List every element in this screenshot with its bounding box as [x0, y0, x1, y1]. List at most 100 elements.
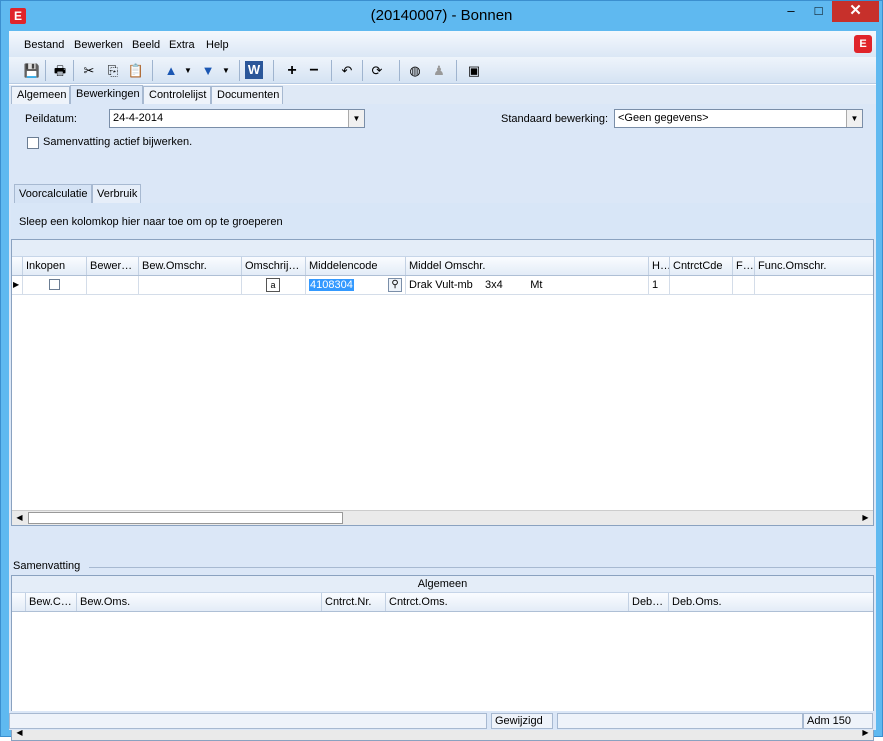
group-by-area[interactable]: Sleep een kolomkop hier naar toe om op t…: [11, 203, 876, 239]
column-header[interactable]: Middelencode: [305, 257, 405, 275]
toolbar-separator: [331, 60, 332, 81]
chevron-down-icon[interactable]: ▼: [846, 110, 862, 127]
standaard-bewerking-dropdown[interactable]: <Geen gegevens> ▼: [614, 109, 863, 128]
window-title: (20140007) - Bonnen: [370, 7, 513, 24]
samenvatting-checkbox-label: Samenvatting actief bijwerken.: [43, 136, 193, 148]
move-up-dropdown-icon[interactable]: ▼: [177, 60, 199, 81]
globe-person-icon[interactable]: ◍: [404, 60, 426, 81]
row-indicator-icon: ▶: [13, 280, 20, 289]
cell-middel-omschr[interactable]: Drak Vult-mb 3x4 Mt: [405, 276, 648, 295]
table-row[interactable]: ▶ a 4108304 ⚲ Drak Vult-mb 3x4 Mt 1: [12, 276, 873, 295]
cut-icon[interactable]: ✂: [78, 60, 100, 81]
tab-controlelijst[interactable]: Controlelijst: [143, 86, 211, 104]
search-icon[interactable]: ⚲: [388, 278, 402, 292]
title-bar[interactable]: E (20140007) - Bonnen – □ ✕: [1, 1, 882, 31]
menu-bar: Bestand Bewerken Beeld Extra Help E: [9, 31, 876, 57]
tab-algemeen[interactable]: Algemeen: [11, 86, 70, 104]
undo-icon[interactable]: ↶: [336, 60, 358, 81]
cell-bewer[interactable]: [86, 276, 138, 295]
menu-bestand[interactable]: Bestand: [24, 39, 64, 51]
column-header[interactable]: Omschrij…: [241, 257, 305, 275]
minimize-button[interactable]: –: [777, 1, 805, 22]
column-header[interactable]: CntrctCde: [669, 257, 732, 275]
grid-column-header: Bew.C… Bew.Oms. Cntrct.Nr. Cntrct.Oms. D…: [12, 593, 873, 612]
note-icon[interactable]: a: [266, 278, 280, 292]
cell-f[interactable]: [732, 276, 754, 295]
grid-band-header: [12, 240, 873, 257]
tab-voorcalculatie[interactable]: Voorcalculatie: [14, 184, 92, 203]
refresh-icon[interactable]: ⟳: [366, 60, 388, 81]
column-header[interactable]: Bew.Omschr.: [138, 257, 241, 275]
column-header[interactable]: F…: [732, 257, 754, 275]
cell-bew-omschr[interactable]: [138, 276, 241, 295]
toolbar-separator: [152, 60, 153, 81]
group-by-hint: Sleep een kolomkop hier naar toe om op t…: [19, 216, 283, 228]
standaard-bewerking-label: Standaard bewerking:: [501, 113, 609, 125]
horizontal-scrollbar[interactable]: ◀ ▶: [12, 510, 873, 525]
menu-extra[interactable]: Extra: [169, 39, 195, 51]
scroll-left-icon[interactable]: ◀: [12, 511, 27, 525]
toolbar-separator: [239, 60, 240, 81]
menu-bewerken[interactable]: Bewerken: [74, 39, 123, 51]
maximize-button[interactable]: □: [805, 1, 832, 22]
bewerkingen-panel: Peildatum: 24-4-2014 ▼ Standaard bewerki…: [9, 104, 876, 741]
peildatum-dropdown[interactable]: 24-4-2014 ▼: [109, 109, 365, 128]
close-button[interactable]: ✕: [832, 1, 879, 22]
voorcalculatie-grid: Inkopen Bewer… Bew.Omschr. Omschrij… Mid…: [11, 239, 874, 526]
column-header[interactable]: Deb…: [628, 593, 668, 611]
section-divider: [89, 567, 876, 568]
toolbar-separator: [45, 60, 46, 81]
status-cell-empty: [557, 713, 803, 729]
samenvatting-checkbox[interactable]: [27, 137, 39, 149]
paste-icon[interactable]: 📋: [125, 60, 147, 81]
toolbar-separator: [73, 60, 74, 81]
chevron-down-icon[interactable]: ▼: [348, 110, 364, 127]
toolbar-separator: [273, 60, 274, 81]
tab-verbruik[interactable]: Verbruik: [92, 184, 141, 203]
column-header[interactable]: Cntrct.Oms.: [385, 593, 628, 611]
cell-inkopen[interactable]: [22, 276, 86, 295]
cell-cntrctcde[interactable]: [669, 276, 732, 295]
column-header[interactable]: Middel Omschr.: [405, 257, 648, 275]
column-header[interactable]: Bewer…: [86, 257, 138, 275]
status-admin: Adm 150: [803, 713, 873, 729]
scroll-right-icon[interactable]: ▶: [858, 511, 873, 525]
status-cell-main: [9, 713, 487, 729]
peildatum-value: 24-4-2014: [113, 112, 164, 124]
toolbar-separator: [456, 60, 457, 81]
save-icon[interactable]: 💾: [21, 60, 43, 81]
band-algemeen: Algemeen: [417, 578, 468, 590]
cell-h[interactable]: 1: [648, 276, 669, 295]
tab-documenten[interactable]: Documenten: [211, 86, 283, 104]
peildatum-label: Peildatum:: [25, 113, 77, 125]
column-header[interactable]: Cntrct.Nr.: [321, 593, 385, 611]
column-header[interactable]: Bew.C…: [25, 593, 76, 611]
cell-omschrij[interactable]: a: [241, 276, 305, 295]
add-icon[interactable]: +: [281, 60, 303, 81]
menu-beeld[interactable]: Beeld: [132, 39, 160, 51]
scrollbar-thumb[interactable]: [28, 512, 343, 524]
cell-middelencode[interactable]: 4108304 ⚲: [305, 276, 405, 295]
toolbar-separator: [362, 60, 363, 81]
column-header[interactable]: Deb.Oms.: [668, 593, 873, 611]
print-icon[interactable]: 🖶: [49, 60, 71, 81]
status-bar: Gewijzigd Adm 150: [9, 711, 876, 730]
toolbar-separator: [399, 60, 400, 81]
window-icon[interactable]: ▣: [463, 60, 485, 81]
word-icon[interactable]: W: [245, 61, 263, 79]
column-header[interactable]: Func.Omschr.: [754, 257, 873, 275]
inkopen-checkbox[interactable]: [49, 279, 60, 290]
move-down-dropdown-icon[interactable]: ▼: [215, 60, 237, 81]
column-header[interactable]: Inkopen: [22, 257, 86, 275]
column-header[interactable]: H…: [648, 257, 669, 275]
main-tab-strip: Algemeen Bewerkingen Controlelijst Docum…: [9, 85, 876, 105]
menu-help[interactable]: Help: [206, 39, 229, 51]
tab-bewerkingen[interactable]: Bewerkingen: [70, 85, 143, 105]
copy-icon[interactable]: ⎘: [102, 60, 124, 81]
cell-func-omschr[interactable]: [754, 276, 873, 295]
column-header[interactable]: Bew.Oms.: [76, 593, 321, 611]
middelencode-value[interactable]: 4108304: [309, 279, 354, 291]
person-icon: ♟: [433, 63, 445, 78]
remove-icon[interactable]: −: [303, 60, 325, 81]
samenvatting-title: Samenvatting: [13, 560, 81, 572]
